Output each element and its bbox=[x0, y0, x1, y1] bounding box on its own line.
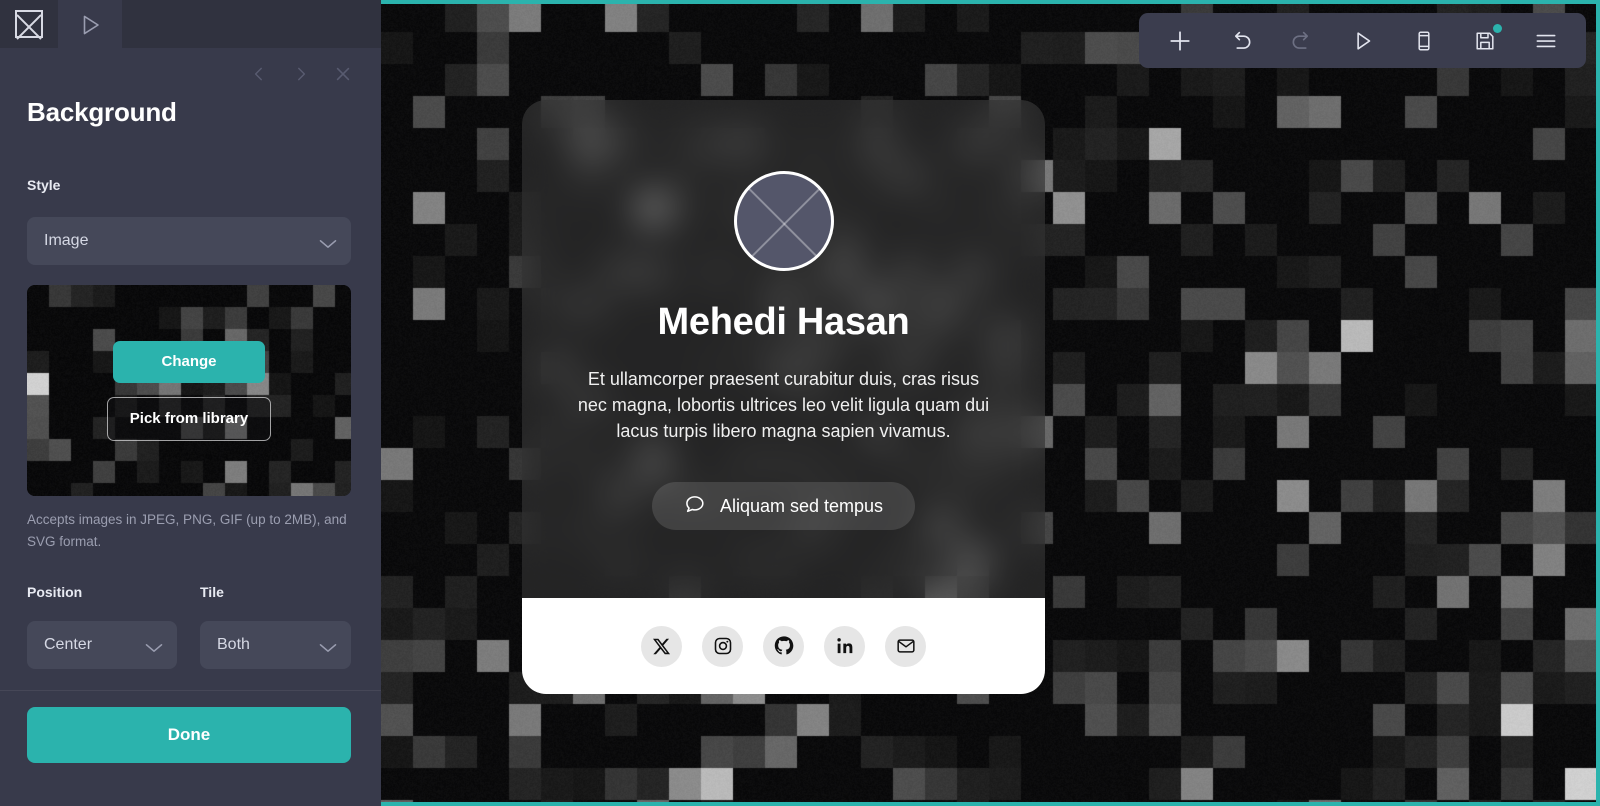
panel-nav bbox=[243, 58, 359, 90]
instagram-icon bbox=[713, 636, 733, 656]
github-icon bbox=[774, 636, 794, 656]
style-select-value: Image bbox=[44, 232, 89, 249]
background-image-preview[interactable]: Change Pick from library bbox=[27, 285, 351, 496]
profile-name: Mehedi Hasan bbox=[657, 301, 910, 343]
canvas-toolbar bbox=[1139, 13, 1586, 68]
pick-from-library-button[interactable]: Pick from library bbox=[106, 396, 272, 441]
preview-thumbnail bbox=[27, 285, 351, 496]
add-button[interactable] bbox=[1149, 13, 1210, 68]
square-x-icon bbox=[15, 10, 43, 38]
panel-title: Background bbox=[27, 97, 177, 127]
position-label: Position bbox=[27, 584, 83, 600]
chevron-down-icon bbox=[319, 640, 337, 652]
chevron-down-icon bbox=[319, 236, 337, 248]
style-label: Style bbox=[27, 177, 61, 193]
prev-panel-button[interactable] bbox=[243, 58, 275, 90]
chevron-down-icon bbox=[145, 640, 163, 652]
sidebar-divider bbox=[0, 690, 381, 691]
close-panel-button[interactable] bbox=[327, 58, 359, 90]
change-image-button[interactable]: Change bbox=[113, 340, 265, 383]
profile-cta-label: Aliquam sed tempus bbox=[719, 495, 884, 516]
linkedin-icon bbox=[835, 636, 855, 656]
profile-description: Et ullamcorper praesent curabitur duis, … bbox=[577, 369, 990, 441]
profile-cta-button[interactable]: Aliquam sed tempus bbox=[651, 482, 916, 530]
next-panel-button[interactable] bbox=[285, 58, 317, 90]
email-icon bbox=[896, 636, 916, 656]
design-canvas[interactable]: Mehedi Hasan Et ullamcorper praesent cur… bbox=[381, 0, 1600, 806]
undo-button[interactable] bbox=[1210, 13, 1271, 68]
accepted-formats-note: Accepts images in JPEG, PNG, GIF (up to … bbox=[27, 512, 347, 549]
chat-bubble-icon bbox=[684, 493, 706, 520]
social-x[interactable] bbox=[641, 625, 682, 667]
design-tab[interactable] bbox=[0, 0, 58, 48]
done-button[interactable]: Done bbox=[27, 707, 351, 763]
close-icon bbox=[333, 64, 353, 84]
preview-button[interactable] bbox=[1332, 13, 1393, 68]
social-instagram[interactable] bbox=[702, 625, 743, 667]
profile-card-body: Mehedi Hasan Et ullamcorper praesent cur… bbox=[522, 100, 1045, 598]
plus-icon bbox=[1166, 27, 1194, 55]
style-select[interactable]: Image bbox=[27, 217, 351, 265]
unsaved-changes-badge bbox=[1493, 24, 1502, 33]
hamburger-icon bbox=[1533, 28, 1559, 54]
device-preview-button[interactable] bbox=[1393, 13, 1454, 68]
redo-button[interactable] bbox=[1271, 13, 1332, 68]
play-icon bbox=[1350, 28, 1376, 54]
preview-tab[interactable] bbox=[58, 0, 122, 48]
settings-sidebar: Background Style Image Change Pick from … bbox=[0, 0, 381, 806]
social-github[interactable] bbox=[763, 625, 804, 667]
profile-card[interactable]: Mehedi Hasan Et ullamcorper praesent cur… bbox=[522, 100, 1045, 694]
tile-select-value: Both bbox=[217, 636, 250, 653]
social-email[interactable] bbox=[885, 625, 926, 667]
avatar-placeholder-icon[interactable] bbox=[733, 171, 834, 271]
position-select[interactable]: Center bbox=[27, 621, 177, 669]
tile-label: Tile bbox=[200, 584, 224, 600]
tabbar-filler bbox=[122, 0, 381, 48]
menu-button[interactable] bbox=[1515, 13, 1576, 68]
redo-icon bbox=[1289, 28, 1315, 54]
tile-select[interactable]: Both bbox=[200, 621, 351, 669]
save-icon bbox=[1473, 29, 1497, 53]
profile-card-footer bbox=[522, 598, 1045, 694]
chevron-right-icon bbox=[292, 65, 310, 83]
mobile-icon bbox=[1412, 29, 1436, 53]
social-linkedin[interactable] bbox=[824, 625, 865, 667]
undo-icon bbox=[1228, 28, 1254, 54]
app-root: Mehedi Hasan Et ullamcorper praesent cur… bbox=[0, 0, 1600, 806]
sidebar-tabbar bbox=[0, 0, 381, 48]
chevron-left-icon bbox=[250, 65, 268, 83]
position-select-value: Center bbox=[44, 636, 93, 653]
play-icon bbox=[79, 12, 101, 36]
x-icon bbox=[652, 637, 671, 656]
save-button[interactable] bbox=[1454, 13, 1515, 68]
